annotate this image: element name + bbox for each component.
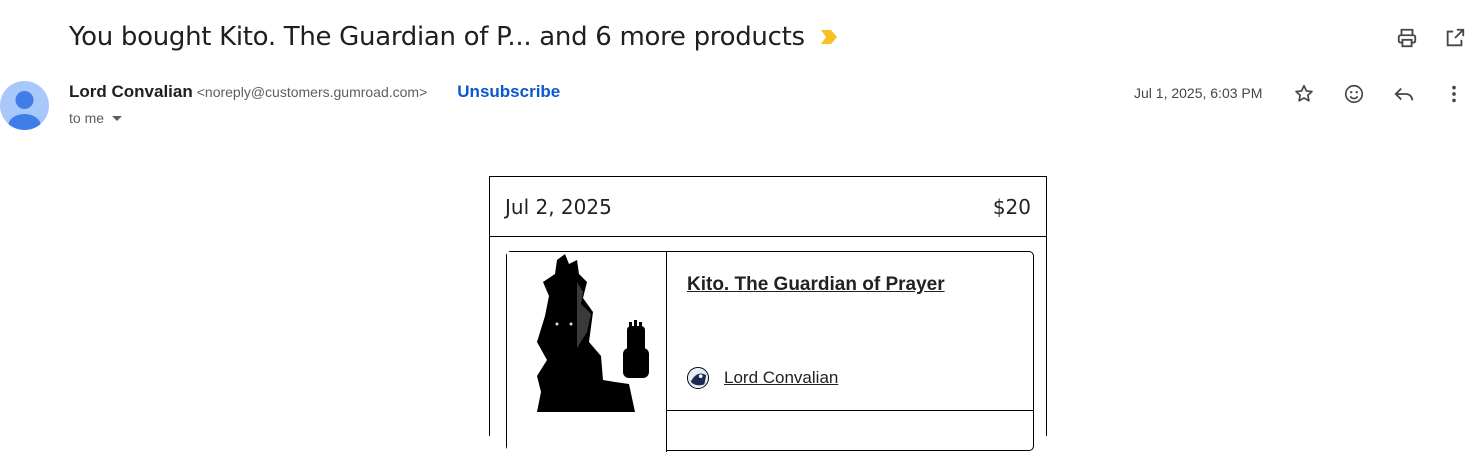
- reply-icon[interactable]: [1392, 82, 1416, 106]
- product-card: Kito. The Guardian of Prayer Lord Conval…: [506, 251, 1034, 452]
- receipt-header: Jul 2, 2025 $20: [490, 177, 1046, 237]
- product-thumbnail[interactable]: [507, 252, 667, 452]
- email-date: Jul 1, 2025, 6:03 PM: [1134, 85, 1263, 101]
- star-icon[interactable]: [1292, 82, 1316, 106]
- message-actions: [1292, 82, 1466, 106]
- recipient-label: to me: [69, 110, 105, 126]
- receipt-date: Jul 2, 2025: [505, 194, 612, 219]
- creator-name: Lord Convalian: [724, 368, 839, 387]
- card-divider: [667, 410, 1033, 411]
- recipient-toggle[interactable]: to me: [69, 110, 123, 126]
- product-title-link[interactable]: Kito. The Guardian of Prayer: [687, 274, 945, 296]
- receipt: Jul 2, 2025 $20 Kito. The Guardian of Pr…: [489, 176, 1047, 452]
- unsubscribe-link[interactable]: Unsubscribe: [457, 82, 560, 102]
- sender-line: Lord Convalian <noreply@customers.gumroa…: [69, 82, 560, 102]
- emoji-reaction-icon[interactable]: [1342, 82, 1366, 106]
- sender-email: <noreply@customers.gumroad.com>: [196, 84, 428, 100]
- print-icon[interactable]: [1395, 26, 1419, 50]
- chevron-down-icon: [112, 115, 123, 121]
- subject-row: You bought Kito. The Guardian of P... an…: [69, 22, 837, 52]
- creator-link[interactable]: Lord Convalian: [687, 367, 838, 389]
- sender-avatar[interactable]: [0, 81, 49, 130]
- receipt-total: $20: [992, 194, 1031, 219]
- more-vert-icon[interactable]: [1442, 82, 1466, 106]
- importance-marker-icon[interactable]: [820, 30, 837, 44]
- creator-avatar: [687, 367, 709, 389]
- email-subject: You bought Kito. The Guardian of P... an…: [69, 22, 805, 52]
- top-actions: [1395, 26, 1467, 50]
- sender-name[interactable]: Lord Convalian: [69, 82, 193, 102]
- open-in-new-window-icon[interactable]: [1443, 26, 1467, 50]
